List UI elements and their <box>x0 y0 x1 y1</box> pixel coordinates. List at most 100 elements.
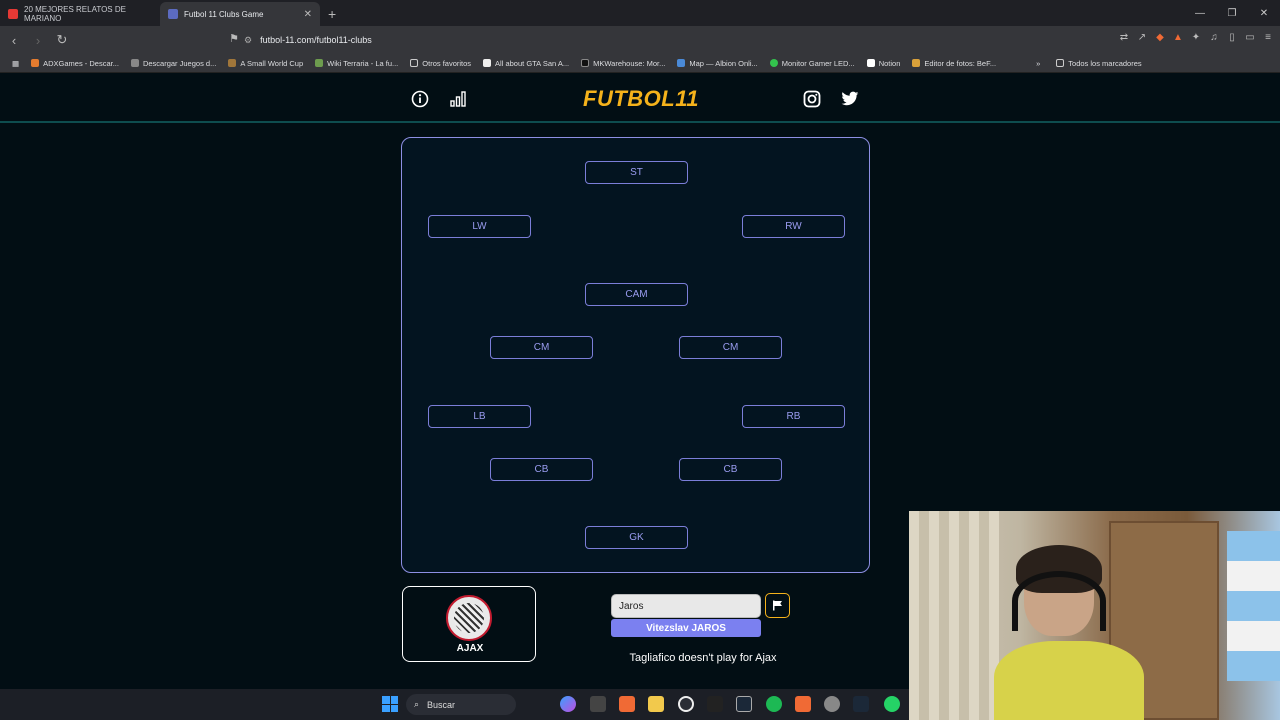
info-icon[interactable] <box>410 89 430 109</box>
maximize-button[interactable]: ❐ <box>1216 0 1248 26</box>
webcam-flag <box>1227 531 1280 681</box>
file-explorer-icon[interactable] <box>648 696 664 712</box>
folder-icon <box>410 59 419 67</box>
bookmark-item[interactable]: ADXGames - Descar... <box>31 59 119 68</box>
menu-icon[interactable]: ≡ <box>1262 32 1274 46</box>
minimize-button[interactable]: — <box>1184 0 1216 26</box>
position-cb-right[interactable]: CB <box>679 458 782 481</box>
position-cm-right[interactable]: CM <box>679 336 782 359</box>
app-icon[interactable] <box>590 696 606 712</box>
brave-rewards-icon[interactable]: ▲ <box>1172 32 1184 46</box>
extension-icons: ⇄ ↗ ◆ ▲ ✦ ♫ ▯ ▭ ≡ <box>1118 32 1274 46</box>
position-cb-left[interactable]: CB <box>490 458 593 481</box>
taskbar-search[interactable]: ⌕ Buscar <box>406 694 516 715</box>
bookmark-item[interactable]: Wiki Terraria - La fu... <box>315 59 398 68</box>
translate-icon[interactable]: ⇄ <box>1118 32 1130 46</box>
reload-icon[interactable]: ↻ <box>52 32 72 48</box>
folder-icon <box>1056 59 1065 67</box>
bookmark-favicon-icon <box>130 59 139 67</box>
bookmark-favicon-icon <box>912 59 921 67</box>
instagram-icon[interactable] <box>802 89 822 109</box>
site-logo[interactable]: FUTBOL11 <box>583 86 699 112</box>
flag-icon <box>773 600 782 611</box>
more-bookmarks-icon[interactable]: » <box>1036 59 1040 68</box>
bookmark-item[interactable]: Editor de fotos: BeF... <box>912 59 996 68</box>
bookmark-item[interactable]: Map — Albion Onli... <box>677 59 758 68</box>
bookmark-label: Editor de fotos: BeF... <box>924 58 997 68</box>
bookmark-favicon-icon <box>228 59 237 67</box>
webcam-person <box>994 545 1144 720</box>
position-rw[interactable]: RW <box>742 215 845 238</box>
close-tab-icon[interactable]: ✕ <box>304 9 312 20</box>
futbol11-favicon-icon <box>168 9 178 19</box>
bookmark-item[interactable]: Descargar Juegos d... <box>130 58 217 68</box>
bookmark-item[interactable]: Monitor Gamer LED... <box>769 58 855 68</box>
player-suggestion[interactable]: Vitezslav JAROS <box>611 619 761 637</box>
share-icon[interactable]: ↗ <box>1136 32 1148 46</box>
stats-icon[interactable] <box>448 89 468 109</box>
give-up-flag-button[interactable] <box>765 593 790 618</box>
bookmark-label: MKWarehouse: Mor... <box>593 58 666 68</box>
player-search-input[interactable] <box>611 594 761 618</box>
position-gk[interactable]: GK <box>585 526 688 549</box>
bookmark-item[interactable]: Notion <box>866 58 901 68</box>
media-icon[interactable]: ♫ <box>1208 32 1220 46</box>
bookmark-icon[interactable]: ⚑ <box>224 32 244 45</box>
bookmark-favicon-icon <box>483 59 492 67</box>
bookmark-favicon-icon <box>315 59 324 67</box>
forward-icon[interactable]: › <box>28 33 48 48</box>
bookmark-item[interactable]: MKWarehouse: Mor... <box>581 59 665 68</box>
bookmark-label: All about GTA San A... <box>495 58 570 68</box>
bookmark-item[interactable]: A Small World Cup <box>228 59 303 68</box>
windows-start-icon[interactable] <box>382 696 398 712</box>
bookmark-folder[interactable]: Otros favoritos <box>410 59 471 68</box>
bookmark-label: Notion <box>878 58 901 68</box>
sidebar-icon[interactable]: ▯ <box>1226 32 1238 46</box>
bookmark-label: Todos los marcadores <box>1068 58 1142 68</box>
site-info-icon[interactable]: ⚙ <box>244 35 252 46</box>
bookmark-label: Monitor Gamer LED... <box>781 58 855 68</box>
position-lb[interactable]: LB <box>428 405 531 428</box>
tab-title: 20 MEJORES RELATOS DE MARIANO <box>24 5 126 23</box>
bookmark-favicon-icon <box>31 59 40 67</box>
xbox-icon[interactable] <box>678 696 694 712</box>
url-field[interactable]: ⚙ futbol-11.com/futbol11-clubs <box>244 30 964 50</box>
position-lw[interactable]: LW <box>428 215 531 238</box>
club-name: AJAX <box>456 643 484 654</box>
steam-icon[interactable] <box>736 696 752 712</box>
bookmark-item[interactable]: All about GTA San A... <box>483 59 569 68</box>
position-st[interactable]: ST <box>585 161 688 184</box>
app-icon[interactable] <box>853 696 869 712</box>
window-controls: — ❐ ✕ <box>1184 0 1280 26</box>
new-tab-button[interactable]: + <box>328 2 336 26</box>
back-icon[interactable]: ‹ <box>4 33 24 48</box>
webcam-shirt <box>994 641 1144 720</box>
bookmark-favicon-icon <box>769 59 778 67</box>
app-icon[interactable] <box>824 696 840 712</box>
extension-puzzle-icon[interactable]: ✦ <box>1190 32 1202 46</box>
twitter-icon[interactable] <box>840 89 860 109</box>
url-text: futbol-11.com/futbol11-clubs <box>260 35 372 45</box>
youtube-favicon-icon <box>8 9 18 19</box>
bookmark-label: Descargar Juegos d... <box>142 58 217 68</box>
bookmarks-bar: ▦ ADXGames - Descar... Descargar Juegos … <box>0 54 1280 73</box>
spotify-icon[interactable] <box>766 696 782 712</box>
copilot-icon[interactable] <box>560 696 576 712</box>
wallet-icon[interactable]: ▭ <box>1244 32 1256 46</box>
all-bookmarks-folder[interactable]: Todos los marcadores <box>1056 58 1142 68</box>
epic-games-icon[interactable] <box>707 696 723 712</box>
close-window-button[interactable]: ✕ <box>1248 0 1280 26</box>
whatsapp-icon[interactable] <box>884 696 900 712</box>
search-icon: ⌕ <box>414 699 420 709</box>
position-cm-left[interactable]: CM <box>490 336 593 359</box>
brave-icon[interactable] <box>619 696 635 712</box>
apps-icon[interactable]: ▦ <box>12 59 19 68</box>
browser-tab-2[interactable]: Futbol 11 Clubs Game ✕ <box>160 2 320 26</box>
browser-tab-1[interactable]: 20 MEJORES RELATOS DE MARIANO <box>0 2 160 26</box>
headset-icon <box>1012 571 1106 631</box>
brave-shield-icon[interactable]: ◆ <box>1154 32 1166 46</box>
brave-active-icon[interactable] <box>795 696 811 712</box>
position-cam[interactable]: CAM <box>585 283 688 306</box>
position-rb[interactable]: RB <box>742 405 845 428</box>
tab-title: Futbol 11 Clubs Game <box>184 9 264 19</box>
